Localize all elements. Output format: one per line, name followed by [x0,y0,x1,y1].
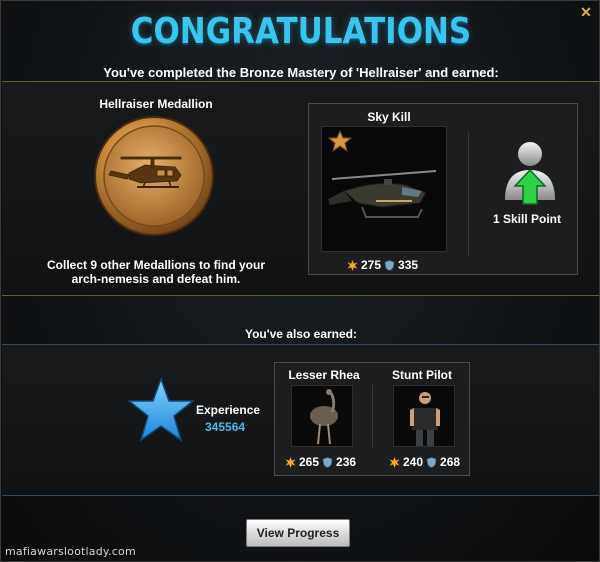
loot-name: Lesser Rhea [288,368,360,382]
rhea-icon [291,385,353,447]
star-rank-icon [327,129,353,153]
helicopter-icon [327,129,437,218]
experience-star-icon [127,377,195,442]
attack-value: 265 [299,455,320,469]
main-reward-box: Sky Kill 275 335 1 Skill Point [308,103,578,275]
defense-icon [384,259,395,271]
close-icon[interactable]: ✕ [580,4,592,20]
loot-box: Lesser Rhea 265 236 Stunt Pilot 240 268 [274,362,470,476]
close-button[interactable]: ✕ [579,5,593,19]
reward-item-name: Sky Kill [367,110,411,124]
sky-kill-image [321,126,447,252]
attack-icon [285,456,296,468]
medallion-title: Hellraiser Medallion [99,97,213,111]
attack-icon [389,456,400,468]
skill-point-icon [505,142,555,205]
medallion-description: Collect 9 other Medallions to find your … [46,258,265,286]
reward-stats: 275 335 [347,258,418,272]
defense-icon [426,456,437,468]
congratulations-dialog: ✕ CONGRATULATIONS You've completed the B… [0,0,600,562]
defense-value: 268 [440,455,461,469]
loot-name: Stunt Pilot [392,368,452,382]
attack-icon [347,259,358,271]
watermark: mafiawarslootlady.com [5,545,136,558]
experience-label: Experience [196,403,261,417]
view-progress-button[interactable]: View Progress [246,519,350,547]
skill-point-label: 1 Skill Point [492,212,561,226]
attack-value: 240 [403,455,424,469]
loot-divider [372,385,373,447]
dialog-subtitle: You've completed the Bronze Mastery of '… [103,65,499,80]
attack-value: 275 [361,258,382,272]
defense-value: 335 [398,258,419,272]
dialog-title: CONGRATULATIONS [130,11,472,52]
loot-stats: 265 236 [285,455,356,469]
loot-stats: 240 268 [389,455,460,469]
defense-icon [322,456,333,468]
also-earned-heading: You've also earned: [244,327,357,341]
reward-divider [468,132,469,256]
stunt-pilot-icon [393,385,455,447]
medallion-icon [94,116,214,236]
defense-value: 236 [336,455,357,469]
experience-value: 345564 [205,420,246,434]
